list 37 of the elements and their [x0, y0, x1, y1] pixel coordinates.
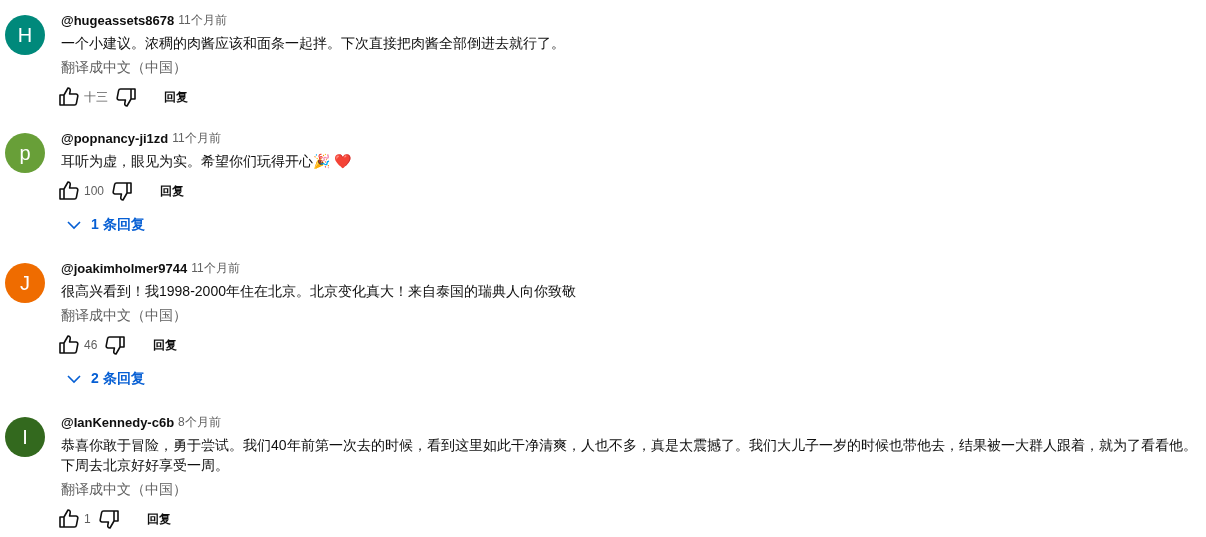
comment-text: 恭喜你敢于冒险，勇于尝试。我们40年前第一次去的时候，看到这里如此干净清爽，人也不多，真是太震撼了。我们大儿子一岁的时候也带他去，结果被一大群人跟着，就为了看看他。下周去北京好好享受一周。	[61, 436, 1198, 475]
author-name[interactable]: @hugeassets8678	[61, 12, 175, 28]
like-count: 100	[84, 184, 105, 198]
chevron-down-icon	[67, 374, 81, 384]
translate-link[interactable]: 翻译成中文（中国）	[61, 305, 187, 325]
author-name[interactable]: @joakimholmer9744	[61, 260, 188, 276]
thumbs-up-icon[interactable]	[57, 507, 81, 531]
thumbs-up-icon[interactable]	[57, 179, 81, 203]
translate-link[interactable]: 翻译成中文（中国）	[61, 479, 187, 499]
comment-text: 耳听为虚，眼见为实。希望你们玩得开心🎉 ❤	[61, 152, 352, 171]
thumbs-down-icon[interactable]	[114, 85, 138, 109]
comment-text: 一个小建议。浓稠的肉酱应该和面条一起拌。下次直接把肉酱全部倒进去就行了。	[61, 34, 566, 53]
translate-link[interactable]: 翻译成中文（中国）	[61, 57, 187, 77]
thumbs-down-icon[interactable]	[110, 179, 135, 203]
comment-time[interactable]: 11个月前	[172, 129, 221, 147]
author-name[interactable]: @popnancy-ji1zd	[61, 130, 169, 146]
thumbs-down-icon[interactable]	[96, 507, 121, 531]
like-count: 46	[84, 338, 98, 352]
author-name[interactable]: @IanKennedy-c6b	[61, 414, 175, 430]
like-count: 1	[84, 512, 91, 526]
thumbs-up-icon[interactable]	[57, 85, 81, 109]
comment-text: 很高兴看到！我1998-2000年住在北京。北京变化真大！来自泰国的瑞典人向你致敬	[61, 282, 577, 301]
replies-toggle[interactable]: 2 条回复	[61, 361, 151, 397]
reply-button[interactable]: 回复	[141, 329, 190, 361]
reply-button[interactable]: 回复	[148, 175, 197, 207]
comment-time[interactable]: 8个月前	[178, 413, 221, 431]
avatar[interactable]: I	[5, 417, 45, 457]
reply-button[interactable]: 回复	[134, 503, 183, 535]
replies-toggle[interactable]: 1 条回复	[61, 207, 151, 243]
thumbs-down-icon[interactable]	[103, 333, 128, 357]
comment-time[interactable]: 11个月前	[191, 259, 240, 277]
like-count: 十三	[84, 88, 108, 106]
comment-time[interactable]: 11个月前	[178, 11, 227, 29]
chevron-down-icon	[67, 220, 81, 230]
reply-button[interactable]: 回复	[152, 81, 200, 113]
avatar[interactable]: H	[5, 15, 45, 55]
thumbs-up-icon[interactable]	[57, 333, 81, 357]
